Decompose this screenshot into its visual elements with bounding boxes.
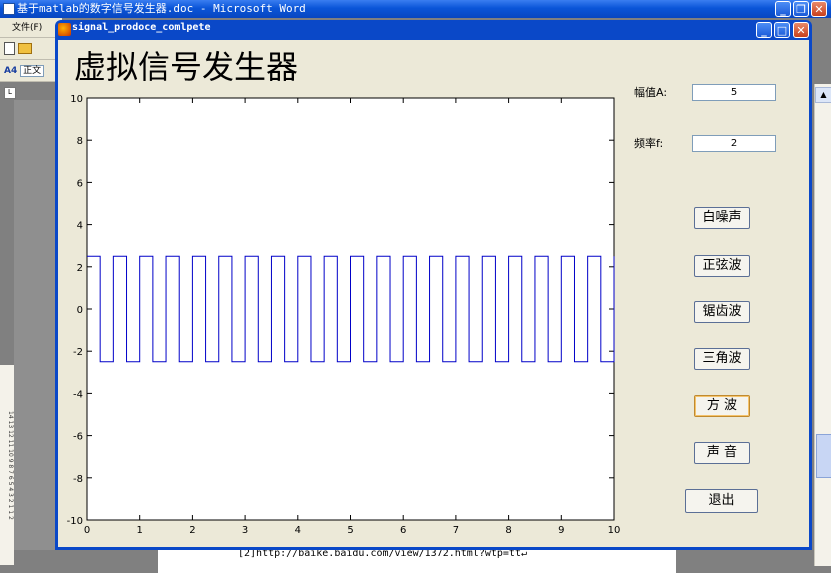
x-tick-label: 9 — [558, 525, 564, 536]
y-tick-label: 6 — [77, 178, 83, 189]
vertical-ruler: 14 13 12 11 10 9 8 7 6 5 4 3 2 1 1 2 — [0, 365, 14, 565]
x-tick-label: 5 — [347, 525, 353, 536]
y-tick-label: 2 — [77, 263, 83, 274]
x-tick-label: 2 — [189, 525, 195, 536]
x-tick-label: 4 — [295, 525, 301, 536]
figure-maximize-button[interactable]: □ — [774, 22, 790, 38]
white-noise-button[interactable]: 白噪声 — [694, 207, 750, 229]
scroll-thumb[interactable] — [816, 434, 831, 478]
y-tick-label: -2 — [73, 347, 83, 358]
ruler-corner[interactable]: L — [4, 87, 16, 99]
y-tick-label: -8 — [73, 474, 83, 485]
word-minimize-button[interactable]: _ — [775, 1, 791, 17]
x-tick-label: 6 — [400, 525, 406, 536]
y-tick-label: -4 — [73, 389, 83, 400]
figure-title: signal_prodoce_comlpete — [72, 22, 211, 33]
square-wave-line — [87, 255, 615, 363]
word-restore-button[interactable]: ❐ — [793, 1, 809, 17]
y-tick-label: 8 — [77, 136, 83, 147]
word-standard-toolbar — [0, 38, 62, 60]
y-tick-label: 0 — [77, 305, 83, 316]
y-tick-label: 4 — [77, 221, 83, 232]
x-tick-label: 7 — [453, 525, 459, 536]
x-tick-label: 10 — [608, 525, 621, 536]
triangle-wave-button[interactable]: 三角波 — [694, 348, 750, 370]
new-document-icon[interactable] — [4, 42, 15, 55]
square-wave-button[interactable]: 方 波 — [694, 395, 750, 417]
amplitude-input[interactable]: 5 — [692, 84, 776, 101]
exit-button[interactable]: 退出 — [685, 489, 758, 513]
word-app-icon — [3, 3, 15, 15]
open-folder-icon[interactable] — [17, 43, 32, 54]
sound-button[interactable]: 声 音 — [694, 442, 750, 464]
frequency-label: 频率f: — [634, 137, 664, 150]
matlab-icon — [58, 23, 71, 36]
word-work-area — [14, 100, 56, 550]
x-tick-label: 8 — [505, 525, 511, 536]
word-format-toolbar: A4 正文 — [0, 60, 62, 82]
frequency-input[interactable]: 2 — [692, 135, 776, 152]
y-tick-label: -6 — [73, 432, 83, 443]
word-title-bar: 基于matlab的数字信号发生器.doc - Microsoft Word — [0, 0, 831, 18]
sine-wave-button[interactable]: 正弦波 — [694, 255, 750, 277]
sawtooth-wave-button[interactable]: 锯齿波 — [694, 301, 750, 323]
scroll-up-arrow-icon[interactable]: ▲ — [815, 87, 831, 103]
word-title-text: 基于matlab的数字信号发生器.doc - Microsoft Word — [17, 2, 306, 15]
x-tick-label: 1 — [137, 525, 143, 536]
styles-icon[interactable]: A4 — [4, 66, 17, 76]
x-tick-label: 3 — [242, 525, 248, 536]
figure-minimize-button[interactable]: _ — [756, 22, 772, 38]
menu-file[interactable]: 文件(F) — [12, 23, 42, 33]
word-menu-bar: 文件(F) — [0, 18, 62, 38]
word-vertical-scrollbar[interactable]: ▲ — [814, 84, 831, 566]
signal-axes: 0 1 2 3 4 5 6 7 8 9 10 10 8 6 4 2 0 -2 -4 -6 -8 -10 — [67, 94, 621, 536]
page-title: 虚拟信号发生器 — [74, 48, 299, 86]
style-box[interactable]: 正文 — [20, 65, 45, 77]
amplitude-label: 幅值A: — [634, 86, 668, 99]
y-tick-label: -10 — [67, 516, 83, 527]
x-tick-label: 0 — [84, 525, 90, 536]
word-close-button[interactable]: ✕ — [811, 1, 827, 17]
y-tick-label: 10 — [70, 94, 83, 105]
figure-close-button[interactable]: ✕ — [793, 22, 809, 38]
